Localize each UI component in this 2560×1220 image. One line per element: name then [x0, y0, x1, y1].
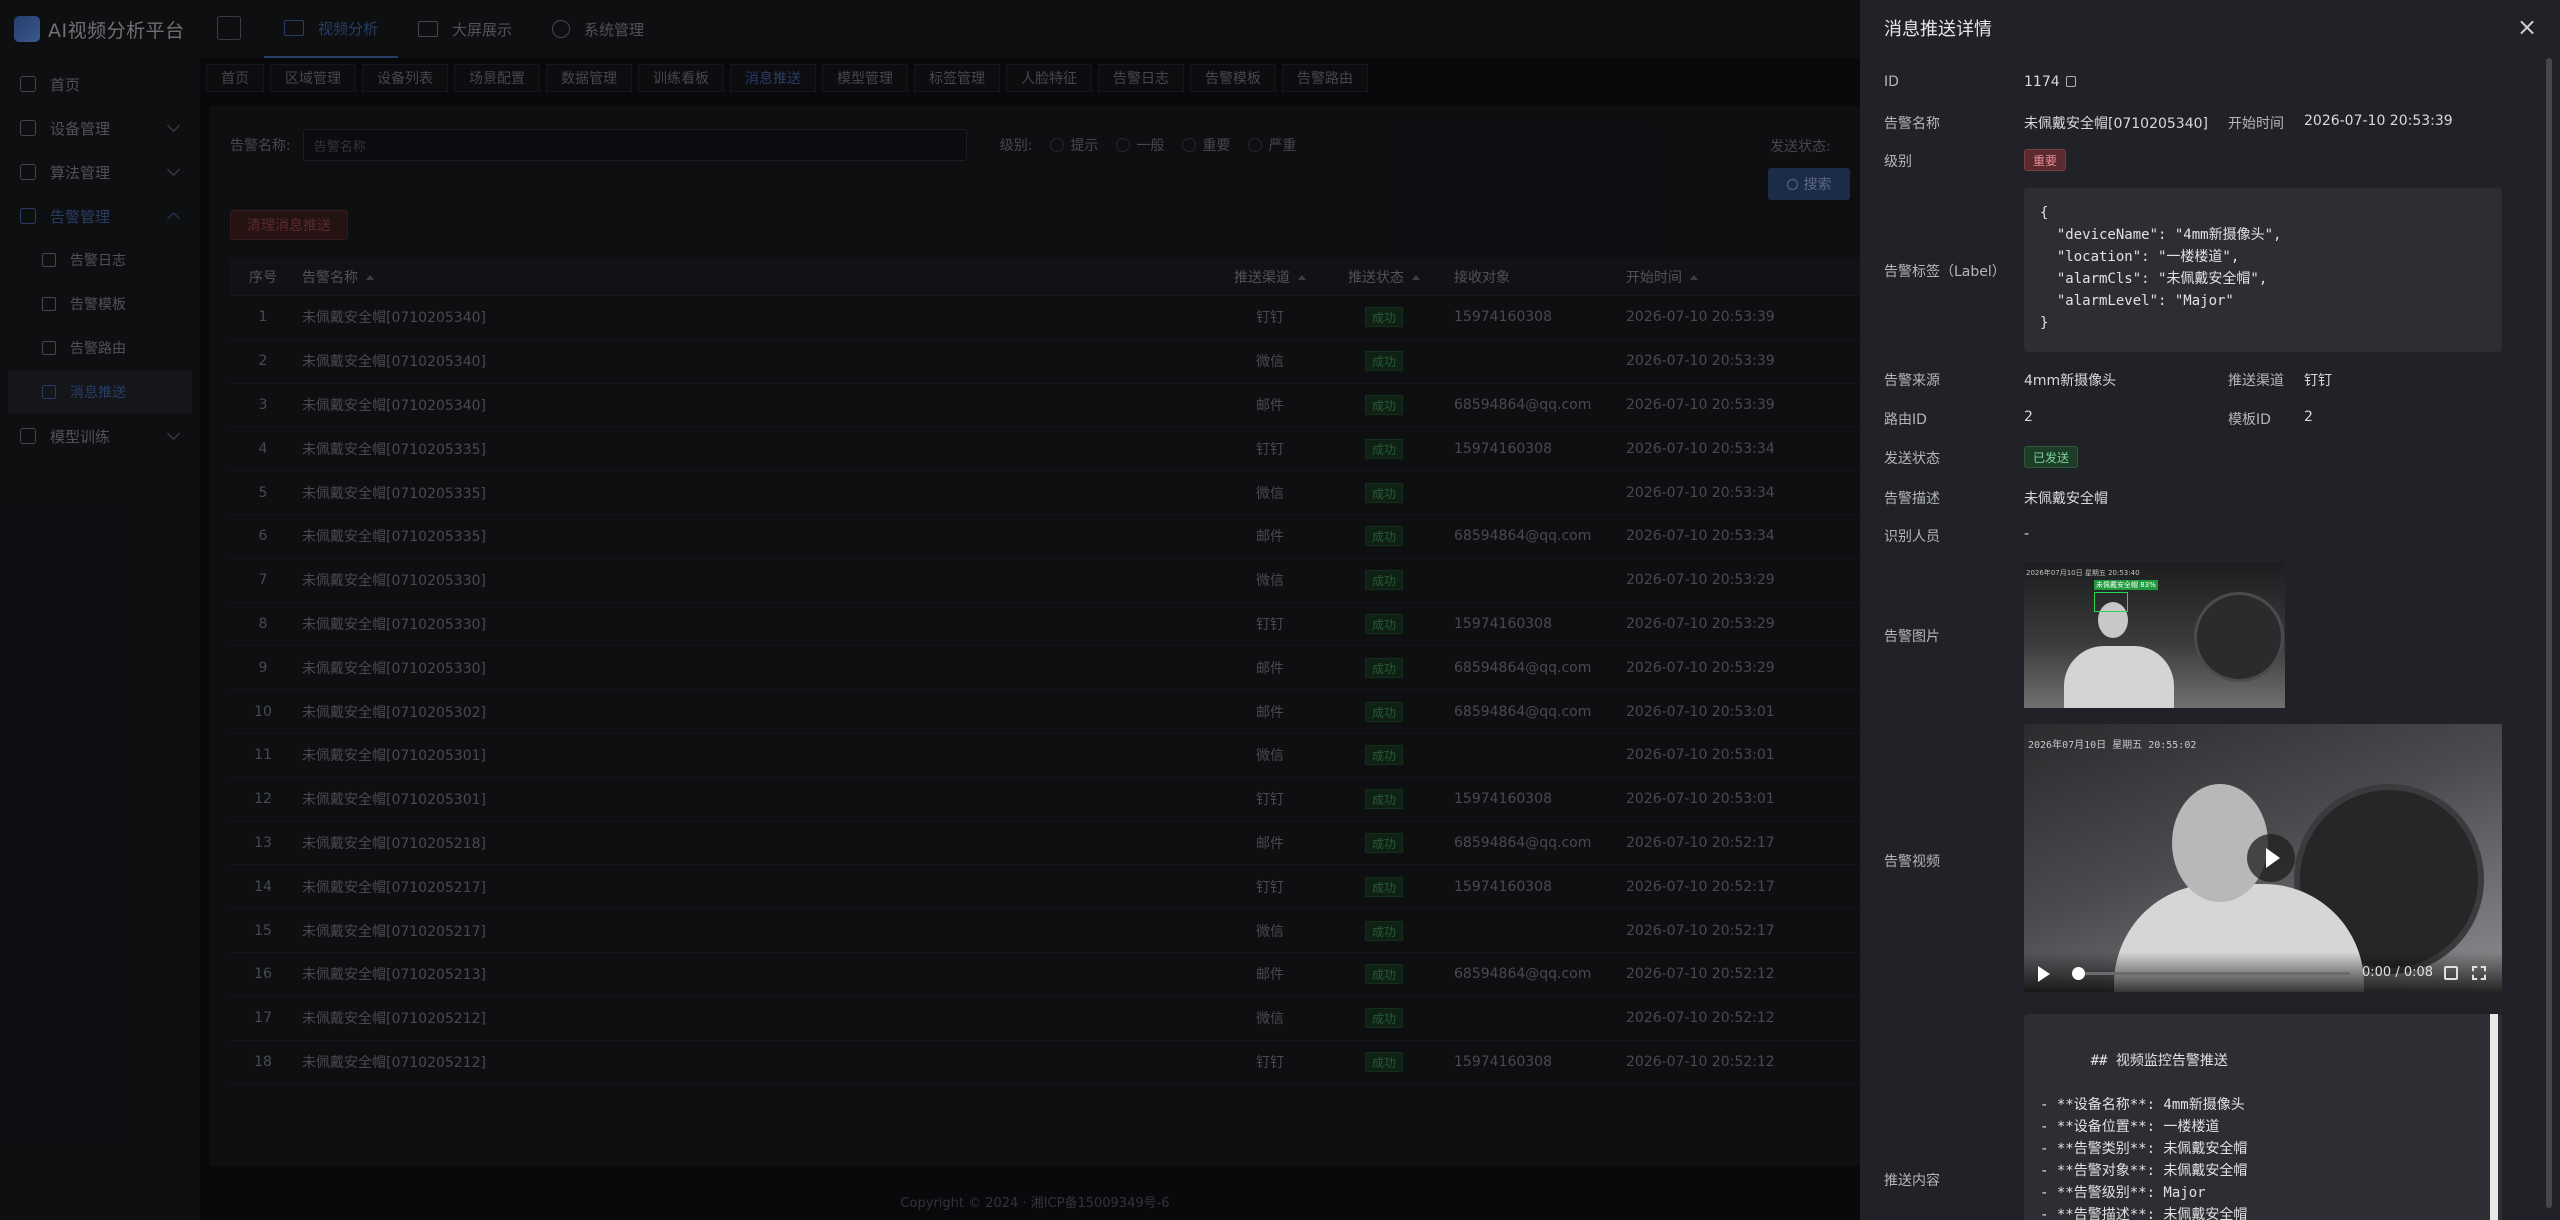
- detail-drawer: 消息推送详情 × ID 1174 告警名称 未佩戴安全帽[0710205340]…: [1860, 0, 2560, 1220]
- level-label: 级别: [1884, 154, 1912, 170]
- drawer-scrollbar[interactable]: [2546, 58, 2552, 1208]
- template-value: 2: [2304, 409, 2313, 425]
- fullscreen-icon[interactable]: [2472, 966, 2486, 980]
- video-progress-bar[interactable]: [2078, 972, 2350, 975]
- source-label: 告警来源: [1884, 373, 1940, 389]
- push-content-text: ## 视频监控告警推送 - **设备名称**: 4mm新摄像头 - **设备位置…: [2040, 1053, 2248, 1220]
- image-label: 告警图片: [1884, 629, 1940, 645]
- person-label: 识别人员: [1884, 529, 1940, 545]
- id-label: ID: [1884, 74, 1899, 90]
- play-overlay-icon[interactable]: [2247, 834, 2295, 882]
- channel-label: 推送渠道: [2228, 373, 2284, 389]
- source-value: 4mm新摄像头: [2024, 373, 2117, 389]
- scrollbar-thumb[interactable]: [2546, 58, 2552, 1208]
- alarm-name-label: 告警名称: [1884, 116, 1940, 132]
- template-label: 模板ID: [2228, 412, 2271, 428]
- image-timestamp: 2026年07月10日 星期五 20:53:40: [2026, 569, 2140, 577]
- desc-value: 未佩戴安全帽: [2024, 491, 2108, 507]
- start-time-value: 2026-07-10 20:53:39: [2304, 113, 2453, 129]
- start-time-label: 开始时间: [2228, 116, 2284, 132]
- person-body-shape: [2064, 646, 2174, 708]
- close-icon[interactable]: ×: [2516, 15, 2538, 39]
- alarm-name-value: 未佩戴安全帽[0710205340]: [2024, 116, 2208, 132]
- fan-shape: [2194, 592, 2284, 682]
- copy-icon[interactable]: [2065, 76, 2076, 87]
- channel-value: 钉钉: [2304, 373, 2332, 389]
- video-time: 0:00 / 0:08: [2362, 965, 2434, 980]
- desc-label: 告警描述: [1884, 491, 1940, 507]
- detection-label: 未佩戴安全帽 83%: [2094, 580, 2158, 590]
- content-scrollbar[interactable]: [2490, 1014, 2498, 1220]
- play-icon[interactable]: [2038, 966, 2050, 982]
- send-status-label: 发送状态: [1884, 451, 1940, 467]
- send-status-badge: 已发送: [2024, 446, 2079, 468]
- route-label: 路由ID: [1884, 412, 1927, 428]
- video-label: 告警视频: [1884, 854, 1940, 870]
- drawer-mask[interactable]: [0, 0, 1860, 1220]
- level-badge: 重要: [2024, 149, 2067, 171]
- detection-box: [2094, 592, 2128, 612]
- tags-json: { "deviceName": "4mm新摄像头", "location": "…: [2024, 188, 2502, 352]
- id-text: 1174: [2024, 74, 2060, 90]
- id-value: 1174: [2024, 74, 2076, 90]
- alarm-video[interactable]: 2026年07月10日 星期五 20:55:02 0:00 / 0:08: [2024, 724, 2502, 992]
- video-timestamp: 2026年07月10日 星期五 20:55:02: [2028, 740, 2197, 751]
- app-root: AI视频分析平台 首页 设备管理 算法管理 告警管理 告警日志 告警模板 告警路…: [0, 0, 2560, 1220]
- push-content: ## 视频监控告警推送 - **设备名称**: 4mm新摄像头 - **设备位置…: [2024, 1014, 2502, 1220]
- tags-label: 告警标签（Label）: [1884, 264, 2006, 280]
- volume-muted-icon[interactable]: [2444, 966, 2458, 980]
- person-value: -: [2024, 526, 2030, 542]
- route-value: 2: [2024, 409, 2033, 425]
- video-controls: 0:00 / 0:08: [2024, 952, 2502, 992]
- drawer-title: 消息推送详情: [1884, 19, 1992, 40]
- content-label: 推送内容: [1884, 1173, 1940, 1189]
- alarm-image[interactable]: 2026年07月10日 星期五 20:53:40 未佩戴安全帽 83%: [2024, 562, 2285, 708]
- video-progress-knob[interactable]: [2072, 967, 2085, 980]
